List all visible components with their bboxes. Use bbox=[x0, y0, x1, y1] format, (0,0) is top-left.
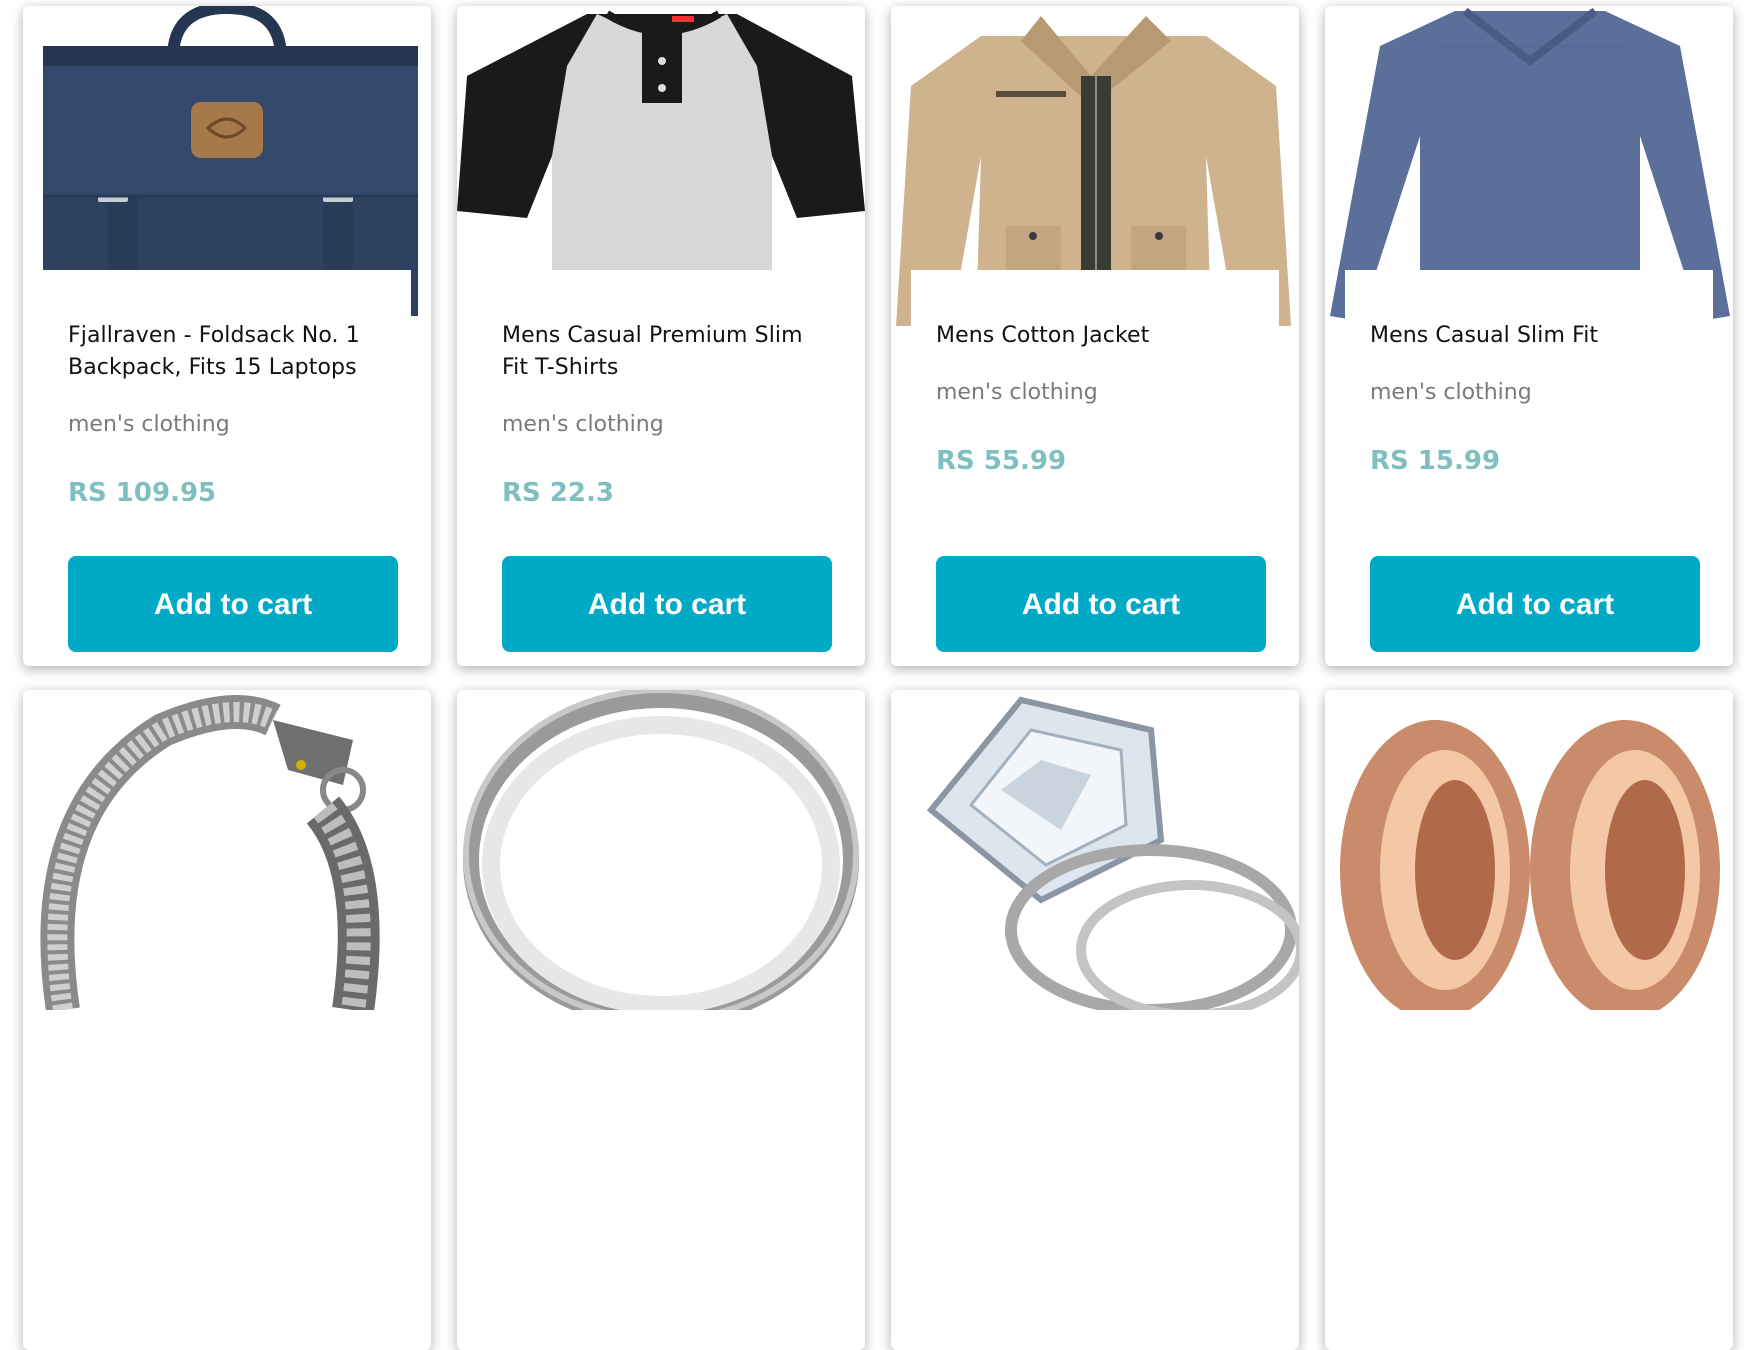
silver-ring-image bbox=[457, 690, 865, 1010]
product-card: Fjallraven - Foldsack No. 1 Backpack, Fi… bbox=[23, 6, 431, 666]
product-card: Mens Cotton Jacket men's clothing RS 55.… bbox=[891, 6, 1299, 666]
product-category: men's clothing bbox=[1370, 380, 1532, 405]
product-grid: Fjallraven - Foldsack No. 1 Backpack, Fi… bbox=[23, 6, 1733, 1350]
product-info: Mens Casual Slim Fit men's clothing RS 1… bbox=[1345, 270, 1713, 666]
product-info: Mens Casual Premium Slim Fit T-Shirts me… bbox=[477, 270, 845, 666]
bracelet-image bbox=[23, 690, 431, 1010]
product-info: Mens Cotton Jacket men's clothing RS 55.… bbox=[911, 270, 1279, 666]
diamond-ring-image bbox=[891, 690, 1299, 1010]
product-card: Mens Casual Premium Slim Fit T-Shirts me… bbox=[457, 6, 865, 666]
add-to-cart-button[interactable]: Add to cart bbox=[936, 556, 1266, 652]
product-card bbox=[457, 690, 865, 1350]
product-title: Mens Casual Premium Slim Fit T-Shirts bbox=[502, 323, 803, 380]
product-category: men's clothing bbox=[68, 412, 230, 437]
add-to-cart-button[interactable]: Add to cart bbox=[68, 556, 398, 652]
product-price: RS 22.3 bbox=[502, 478, 614, 508]
product-title: Mens Casual Slim Fit bbox=[1370, 323, 1599, 348]
product-card bbox=[891, 690, 1299, 1350]
product-price: RS 15.99 bbox=[1370, 446, 1501, 476]
product-title: Mens Cotton Jacket bbox=[936, 323, 1150, 348]
rose-gold-plugs-image bbox=[1325, 690, 1733, 1010]
product-title: Fjallraven - Foldsack No. 1 Backpack, Fi… bbox=[68, 323, 360, 380]
product-price: RS 55.99 bbox=[936, 446, 1067, 476]
product-card: Mens Casual Slim Fit men's clothing RS 1… bbox=[1325, 6, 1733, 666]
add-to-cart-button[interactable]: Add to cart bbox=[1370, 556, 1700, 652]
add-to-cart-button[interactable]: Add to cart bbox=[502, 556, 832, 652]
product-card bbox=[1325, 690, 1733, 1350]
product-card bbox=[23, 690, 431, 1350]
product-price: RS 109.95 bbox=[68, 478, 217, 508]
product-info: Fjallraven - Foldsack No. 1 Backpack, Fi… bbox=[43, 270, 411, 666]
product-category: men's clothing bbox=[502, 412, 664, 437]
product-category: men's clothing bbox=[936, 380, 1098, 405]
